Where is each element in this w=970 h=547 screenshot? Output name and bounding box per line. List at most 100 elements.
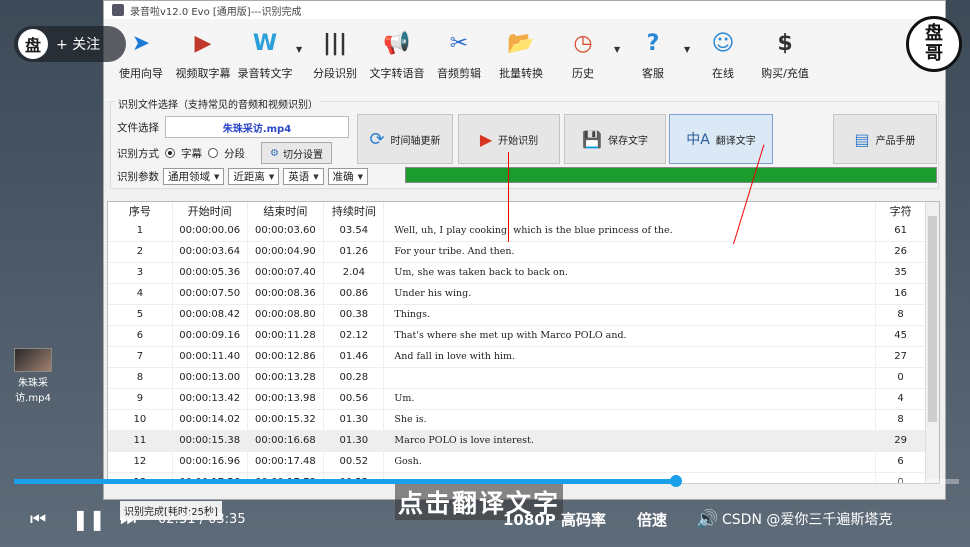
column-header[interactable]: 结束时间 <box>247 202 325 220</box>
cell-text[interactable]: She is. <box>383 409 877 431</box>
product-manual-button[interactable]: ▤ 产品手册 <box>833 114 937 164</box>
video-controls: ⏮ ❚❚ ⏭ 02:31 / 03:35 1080P 高码率 倍速 🔊 CSDN… <box>0 496 970 542</box>
cell-end: 00:00:11.28 <box>247 325 325 347</box>
cell-start: 00:00:09.16 <box>172 325 248 347</box>
vertical-scrollbar[interactable] <box>925 202 939 483</box>
toolbar-label: 视频取字幕 <box>175 67 231 80</box>
cell-start: 00:00:07.50 <box>172 283 248 305</box>
next-icon[interactable]: ⏭ <box>120 509 136 530</box>
cell-text[interactable]: Um. <box>383 388 877 410</box>
toolbar-button-1[interactable]: ▶ 视频取字幕 <box>172 25 234 81</box>
cell-dur: 00.28 <box>323 367 385 389</box>
refresh-icon: ⟳ <box>369 128 385 150</box>
accuracy-select[interactable]: 准确 ▼ <box>327 168 369 185</box>
language-value: 英语 <box>288 171 310 183</box>
video-scrub-handle[interactable] <box>669 475 682 487</box>
app-icon <box>112 4 124 16</box>
cell-text[interactable]: That's where she met up with Marco POLO … <box>383 325 877 347</box>
w-logo-icon: W <box>252 30 278 56</box>
language-select[interactable]: 英语 ▼ <box>283 168 324 185</box>
distance-select[interactable]: 近距离 ▼ <box>228 168 280 185</box>
cell-text[interactable]: For your tribe. And then. <box>383 241 877 263</box>
cell-text[interactable]: Marco POLO is love interest. <box>383 430 877 452</box>
table-header-row: 序号 开始时间 结束时间 持续时间 字符 <box>108 202 926 220</box>
translate-icon: 中A <box>686 132 710 148</box>
cell-text[interactable]: Under his wing. <box>383 283 877 305</box>
domain-select[interactable]: 通用领域 ▼ <box>163 168 225 185</box>
cell-n: 6 <box>108 325 173 347</box>
gear-icon: ⚙ <box>270 147 279 159</box>
chevron-down-icon[interactable]: ▼ <box>684 45 692 54</box>
segment-settings-button[interactable]: ⚙ 切分设置 <box>261 142 332 164</box>
column-header[interactable]: 持续时间 <box>323 202 385 220</box>
cell-chars: 4 <box>875 388 926 410</box>
table-row[interactable]: 9 00:00:13.42 00:00:13.98 00.56 Um. 4 <box>108 388 926 410</box>
column-header[interactable] <box>383 202 877 220</box>
toolbar-button-7[interactable]: ◷ 历史 <box>552 25 614 81</box>
follow-button[interactable]: + 关注 <box>56 34 100 54</box>
toolbar-label: 使用向导 <box>119 67 163 80</box>
toolbar-button-9[interactable]: ☺ 在线 <box>692 25 754 81</box>
cell-chars: 26 <box>875 241 926 263</box>
table-row[interactable]: 6 00:00:09.16 00:00:11.28 02.12 That's where… <box>108 325 926 347</box>
toolbar-label: 分段识别 <box>313 67 357 80</box>
cell-chars: 16 <box>875 283 926 305</box>
table-row[interactable]: 11 00:00:15.38 00:00:16.68 01.30 Marco POLO … <box>108 430 926 452</box>
product-manual-label: 产品手册 <box>875 135 916 147</box>
cell-dur: 01.30 <box>323 430 385 452</box>
watermark-text: CSDN @爱你三千遍斯塔克 <box>722 512 893 528</box>
column-header[interactable]: 序号 <box>108 202 173 220</box>
chevron-down-icon[interactable]: ▼ <box>614 45 622 54</box>
mode-radio-subtitle[interactable] <box>165 148 175 158</box>
cell-text[interactable]: Gosh. <box>383 451 877 473</box>
timeline-update-button[interactable]: ⟳ 时间轴更新 <box>357 114 453 164</box>
table-row[interactable]: 2 00:00:03.64 00:00:04.90 01.26 For your tri… <box>108 241 926 263</box>
cell-n: 5 <box>108 304 173 326</box>
speed-button[interactable]: 倍速 <box>637 509 667 530</box>
cell-text[interactable]: And fall in love with him. <box>383 346 877 368</box>
column-header[interactable]: 字符 <box>875 202 926 220</box>
table-row[interactable]: 10 00:00:14.02 00:00:15.32 01.30 She is. 8 <box>108 409 926 431</box>
domain-value: 通用领域 <box>168 171 210 183</box>
toolbar-label: 音频剪辑 <box>437 67 481 80</box>
table-row[interactable]: 5 00:00:08.42 00:00:08.80 00.38 Things. 8 <box>108 304 926 326</box>
file-select-box[interactable]: 朱珠采访.mp4 <box>165 116 349 138</box>
cell-text[interactable]: Things. <box>383 304 877 326</box>
mode-radio-segment[interactable] <box>208 148 218 158</box>
toolbar-button-10[interactable]: $ 购买/充值 <box>754 25 816 81</box>
cell-chars: 8 <box>875 304 926 326</box>
table-row[interactable]: 8 00:00:13.00 00:00:13.28 00.28 0 <box>108 367 926 389</box>
toolbar-button-8[interactable]: ? 客服 <box>622 25 684 81</box>
chevron-down-icon[interactable]: ▼ <box>296 45 304 54</box>
cell-text[interactable]: Um, she was taken back to back on. <box>383 262 877 284</box>
toolbar-button-2[interactable]: W 录音转文字 <box>234 25 296 81</box>
quality-button[interactable]: 1080P 高码率 <box>503 509 606 530</box>
cell-text[interactable]: Well, uh, I play cooking, which is the b… <box>383 220 877 242</box>
table-row[interactable]: 4 00:00:07.50 00:00:08.36 00.86 Under his wi… <box>108 283 926 305</box>
translate-text-button[interactable]: 中A 翻译文字 <box>669 114 773 164</box>
previous-icon[interactable]: ⏮ <box>30 509 46 530</box>
table-row[interactable]: 7 00:00:11.40 00:00:12.86 01.46 And fall in … <box>108 346 926 368</box>
follow-pill[interactable]: 盘 + 关注 <box>14 26 126 62</box>
save-text-button[interactable]: 💾 保存文字 <box>564 114 666 164</box>
desktop-video-file[interactable]: 朱珠采访.mp4 <box>10 348 56 404</box>
toolbar-button-4[interactable]: 📢 文字转语音 <box>366 25 428 81</box>
video-thumbnail <box>14 348 52 372</box>
save-text-label: 保存文字 <box>607 135 648 147</box>
table-row[interactable]: 1 00:00:00.06 00:00:03.60 03.54 Well, uh, I … <box>108 220 926 242</box>
book-icon: ▤ <box>854 129 870 149</box>
volume-icon[interactable]: 🔊 <box>696 509 718 530</box>
video-progress-fill <box>14 479 676 484</box>
table-row[interactable]: 3 00:00:05.36 00:00:07.40 2.04 Um, she was t… <box>108 262 926 284</box>
toolbar-button-6[interactable]: 📂 批量转换 <box>490 25 552 81</box>
cell-chars: 6 <box>875 451 926 473</box>
toolbar-button-5[interactable]: ✂ 音频剪辑 <box>428 25 490 81</box>
pause-icon[interactable]: ❚❚ <box>72 507 106 531</box>
cell-start: 00:00:11.40 <box>172 346 248 368</box>
toolbar-button-3[interactable]: ||| 分段识别 <box>304 25 366 81</box>
toolbar-label: 录音转文字 <box>237 67 293 80</box>
column-header[interactable]: 开始时间 <box>172 202 248 220</box>
table-row[interactable]: 12 00:00:16.96 00:00:17.48 00.52 Gosh. 6 <box>108 451 926 473</box>
scrollbar-thumb[interactable] <box>928 216 937 422</box>
cell-text[interactable] <box>383 367 877 389</box>
